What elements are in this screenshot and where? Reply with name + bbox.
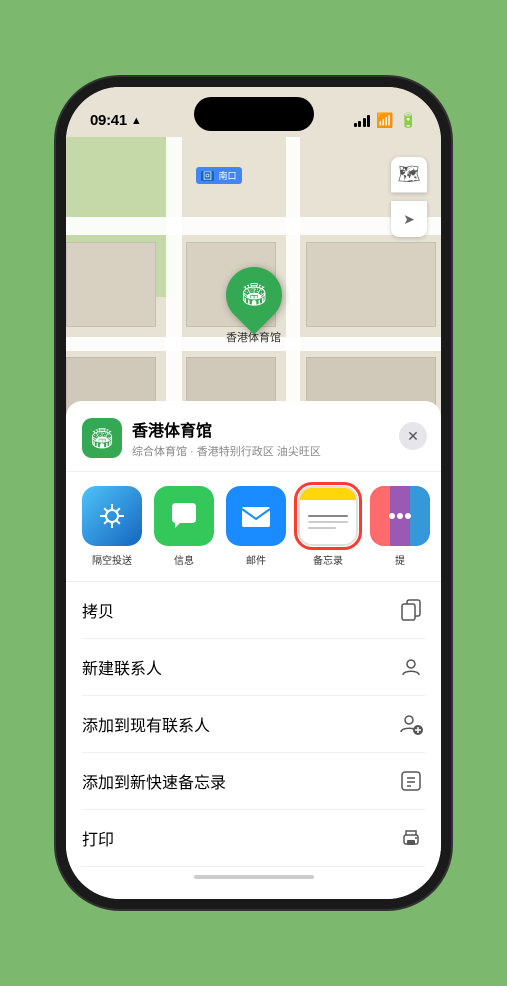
road-label: 回 南口 — [196, 167, 242, 184]
building-5 — [66, 242, 156, 327]
print-icon — [397, 824, 425, 852]
copy-label: 拷贝 — [82, 598, 114, 622]
building-2 — [306, 242, 436, 327]
messages-label: 信息 — [174, 552, 194, 567]
status-icons: 📶 🔋 — [354, 112, 417, 129]
messages-icon — [154, 486, 214, 546]
action-new-contact[interactable]: 新建联系人 — [82, 639, 425, 696]
stadium-icon: 🏟 — [240, 282, 268, 308]
action-print[interactable]: 打印 — [82, 810, 425, 867]
map-controls: 🗺 ➤ — [391, 157, 427, 237]
phone-frame: 09:41 ▲ 📶 🔋 — [66, 87, 441, 899]
share-messages[interactable]: 信息 — [154, 486, 214, 567]
action-copy[interactable]: 拷贝 — [82, 582, 425, 639]
battery-icon: 🔋 — [400, 112, 417, 129]
action-add-quicknote[interactable]: 添加到新快速备忘录 — [82, 753, 425, 810]
venue-icon: 🏟 — [82, 418, 122, 458]
more-icon — [370, 486, 430, 546]
quicknote-icon — [397, 767, 425, 795]
share-airdrop[interactable]: 隔空投送 — [82, 486, 142, 567]
action-list: 拷贝 新建联系人 — [66, 582, 441, 867]
add-existing-label: 添加到现有联系人 — [82, 712, 210, 736]
close-button[interactable]: ✕ — [399, 422, 427, 450]
sheet-subtitle: 综合体育馆 · 香港特别行政区 油尖旺区 — [132, 443, 321, 459]
airdrop-label: 隔空投送 — [92, 552, 132, 567]
marker-pin: 🏟 — [214, 255, 293, 334]
airdrop-icon — [82, 486, 142, 546]
bottom-sheet: 🏟 香港体育馆 综合体育馆 · 香港特别行政区 油尖旺区 ✕ — [66, 401, 441, 899]
new-contact-label: 新建联系人 — [82, 655, 162, 679]
status-time: 09:41 — [90, 112, 127, 129]
stadium-marker: 🏟 香港体育馆 — [226, 267, 282, 345]
location-button[interactable]: ➤ — [391, 201, 427, 237]
signal-bars-icon — [354, 115, 371, 127]
new-contact-icon — [397, 653, 425, 681]
action-add-existing[interactable]: 添加到现有联系人 — [82, 696, 425, 753]
notes-label: 备忘录 — [313, 552, 343, 567]
share-more[interactable]: 提 — [370, 486, 430, 567]
share-row: 隔空投送 信息 邮件 — [66, 472, 441, 582]
home-indicator — [66, 867, 441, 879]
sheet-title: 香港体育馆 — [132, 417, 321, 441]
location-arrow-icon: ▲ — [131, 115, 142, 127]
map-type-button[interactable]: 🗺 — [391, 157, 427, 193]
share-notes[interactable]: 备忘录 — [298, 486, 358, 567]
add-quicknote-label: 添加到新快速备忘录 — [82, 769, 226, 793]
wifi-icon: 📶 — [376, 112, 393, 129]
print-label: 打印 — [82, 826, 114, 850]
share-mail[interactable]: 邮件 — [226, 486, 286, 567]
add-existing-icon — [397, 710, 425, 738]
sheet-header: 🏟 香港体育馆 综合体育馆 · 香港特别行政区 油尖旺区 ✕ — [66, 401, 441, 472]
copy-icon — [397, 596, 425, 624]
notes-icon — [298, 486, 358, 546]
more-label: 提 — [395, 552, 405, 567]
mail-icon — [226, 486, 286, 546]
sheet-title-group: 香港体育馆 综合体育馆 · 香港特别行政区 油尖旺区 — [132, 417, 321, 459]
dynamic-island — [194, 97, 314, 131]
road-h-top — [66, 217, 441, 235]
mail-label: 邮件 — [246, 552, 266, 567]
